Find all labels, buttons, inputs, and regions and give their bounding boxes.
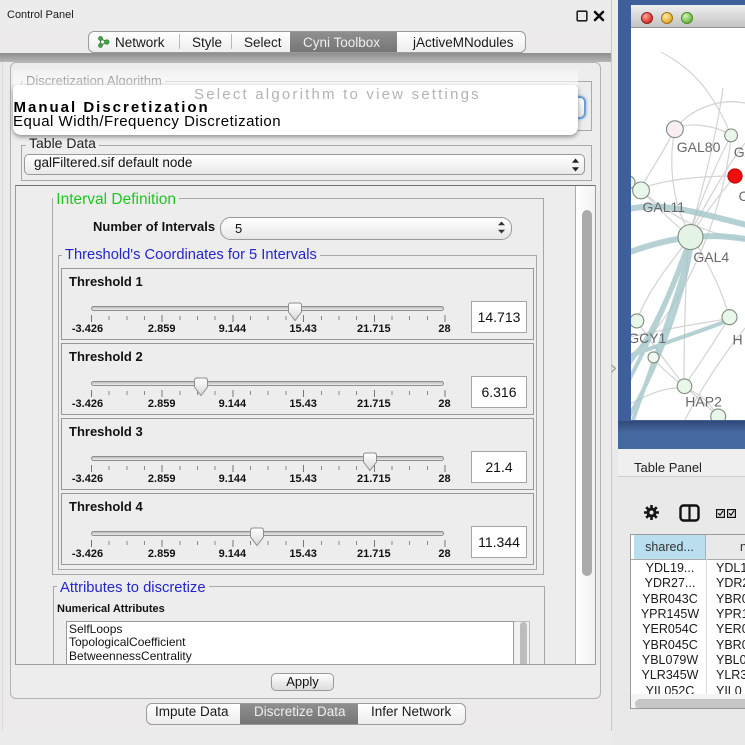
- svg-text:GCY1: GCY1: [631, 330, 667, 346]
- svg-text:GAL4: GAL4: [693, 249, 729, 265]
- svg-text:H: H: [733, 331, 743, 347]
- svg-text:C: C: [739, 188, 745, 204]
- svg-text:GAL80: GAL80: [677, 139, 721, 155]
- svg-text:HAP2: HAP2: [685, 393, 722, 409]
- svg-text:GAL11: GAL11: [643, 199, 686, 215]
- svg-text:GA: GA: [734, 144, 745, 160]
